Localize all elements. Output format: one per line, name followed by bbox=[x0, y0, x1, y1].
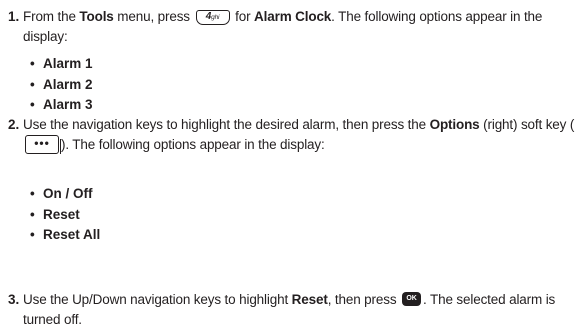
ok-key-icon: OK bbox=[402, 292, 422, 307]
list-item: Reset bbox=[30, 205, 100, 226]
reset-label: Reset bbox=[291, 292, 328, 307]
step-number: 1. bbox=[8, 9, 20, 24]
list-item: Alarm 2 bbox=[30, 75, 93, 96]
list-item: Alarm 3 bbox=[30, 95, 93, 116]
alarm-clock-label: Alarm Clock bbox=[254, 9, 332, 24]
step-number: 2. bbox=[8, 117, 20, 132]
step-text: From the Tools menu, press 4ghi for Alar… bbox=[23, 9, 543, 44]
list-item: Alarm 1 bbox=[30, 54, 93, 75]
step-text: Use the Up/Down navigation keys to highl… bbox=[23, 292, 556, 327]
reset-options-list: On / Off Reset Reset All bbox=[30, 184, 100, 246]
step-text: Use the navigation keys to highlight the… bbox=[23, 115, 582, 155]
list-item: Reset All bbox=[30, 225, 100, 246]
instruction-page: 1. From the Tools menu, press 4ghi for A… bbox=[0, 0, 586, 336]
tools-menu-label: Tools bbox=[79, 9, 114, 24]
keypad-4-icon: 4ghi bbox=[195, 9, 230, 25]
alarm-options-list: Alarm 1 Alarm 2 Alarm 3 bbox=[30, 54, 93, 116]
options-soft-key-icon: ••• bbox=[25, 135, 61, 155]
options-label: Options bbox=[429, 117, 480, 132]
list-item: On / Off bbox=[30, 184, 100, 205]
step-number: 3. bbox=[8, 292, 20, 307]
